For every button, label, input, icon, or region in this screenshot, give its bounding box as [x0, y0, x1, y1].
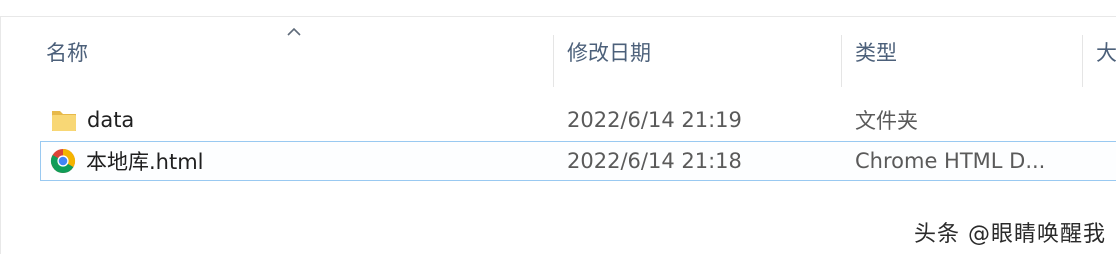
- column-separator[interactable]: [1082, 35, 1083, 87]
- column-header-size-label: 大: [1096, 41, 1116, 65]
- chrome-icon: [50, 149, 76, 174]
- folder-icon: [52, 111, 76, 131]
- file-row-data[interactable]: data 2022/6/14 21:19 文件夹: [40, 100, 1116, 140]
- file-name: data: [87, 108, 135, 132]
- column-separator[interactable]: [553, 35, 554, 87]
- file-type: Chrome HTML D...: [855, 149, 1046, 173]
- column-header-type-label: 类型: [855, 41, 897, 65]
- column-header-size[interactable]: 大: [1096, 17, 1116, 87]
- column-separator[interactable]: [841, 35, 842, 87]
- watermark: 头条 @眼睛唤醒我: [914, 222, 1106, 247]
- column-header-type[interactable]: 类型: [855, 17, 1080, 87]
- file-type: 文件夹: [855, 109, 918, 133]
- column-header-modified-label: 修改日期: [567, 41, 651, 65]
- column-header-row: 名称 修改日期 类型 大: [0, 17, 1116, 87]
- column-header-name[interactable]: 名称: [46, 17, 551, 87]
- column-header-name-label: 名称: [46, 41, 88, 65]
- file-modified-date: 2022/6/14 21:19: [567, 108, 742, 132]
- file-name: 本地库.html: [86, 150, 204, 174]
- file-row-html[interactable]: 本地库.html 2022/6/14 21:18 Chrome HTML D..…: [40, 141, 1116, 181]
- column-header-modified[interactable]: 修改日期: [567, 17, 839, 87]
- file-modified-date: 2022/6/14 21:18: [567, 149, 742, 173]
